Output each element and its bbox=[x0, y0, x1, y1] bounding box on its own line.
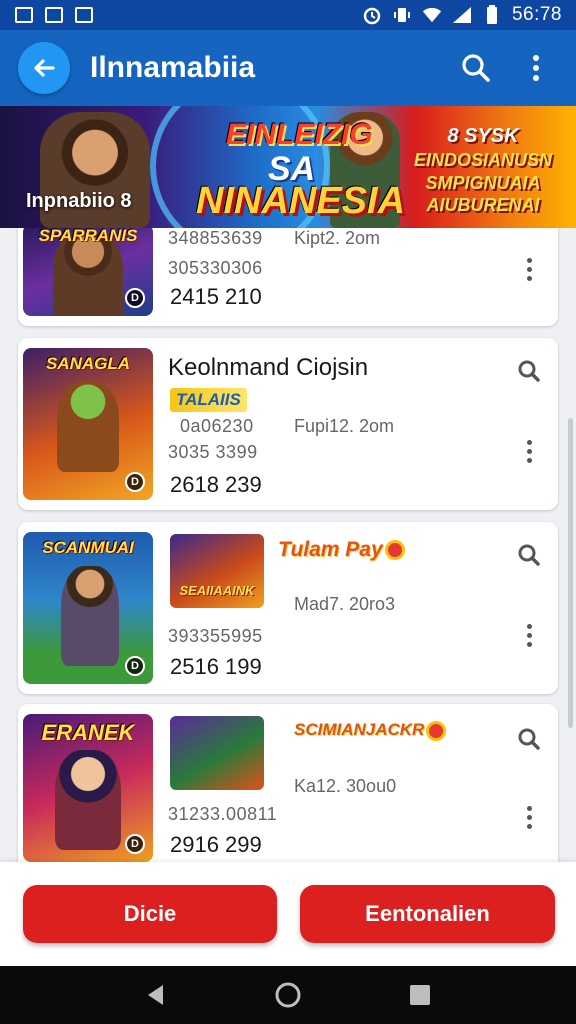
item-search-button[interactable] bbox=[514, 540, 544, 570]
more-options-button[interactable] bbox=[514, 802, 544, 832]
more-options-button[interactable] bbox=[514, 254, 544, 284]
banner-caption: Inpnabiio 8 bbox=[26, 190, 132, 212]
game-preview-image[interactable] bbox=[170, 716, 264, 790]
square-recents-icon bbox=[410, 985, 430, 1005]
banner-promo-line: 8 SYSK bbox=[447, 125, 519, 147]
item-meta: 348853639 bbox=[168, 228, 263, 248]
thumbnail-title: SANAGLA bbox=[45, 354, 131, 373]
item-price: 2618 239 bbox=[170, 472, 262, 497]
item-price: 2415 210 bbox=[170, 284, 262, 309]
brand-logo: Tulam Pay bbox=[278, 538, 405, 562]
primary-action-button[interactable]: Dicie bbox=[23, 885, 277, 943]
brand-logo-icon bbox=[426, 720, 447, 741]
app-screen: 56:78 Ilnnamabiia Inpnabiio 8 EINLEIZIG … bbox=[0, 0, 576, 1024]
triangle-back-icon bbox=[148, 985, 163, 1005]
list-item[interactable]: SCANMUAI D SEAIIAAINK Tulam Pay Mad7. 20… bbox=[18, 522, 558, 694]
nav-back-button[interactable] bbox=[136, 975, 176, 1015]
thumbnail-title: ERANEK bbox=[41, 720, 135, 745]
list-item[interactable]: SPARRANIS D 348853639 Kipt2. 2om 3053303… bbox=[18, 228, 558, 326]
more-options-button[interactable] bbox=[514, 436, 544, 466]
banner-promo-text: 8 SYSK EINDOSIANUSN SMPIGNUAIA AIUBURENA… bbox=[398, 124, 568, 217]
status-indicators: 56:78 bbox=[362, 4, 562, 26]
banner-promo-line: EINDOSIANUSN bbox=[413, 150, 552, 170]
more-options-button[interactable] bbox=[514, 620, 544, 650]
nav-recents-button[interactable] bbox=[400, 975, 440, 1015]
more-vertical-icon bbox=[533, 55, 539, 81]
wifi-icon bbox=[422, 6, 442, 24]
circle-home-icon bbox=[275, 982, 301, 1008]
download-badge-icon: D bbox=[125, 656, 145, 676]
item-search-button[interactable] bbox=[514, 356, 544, 386]
item-meta-secondary: 3035 3399 bbox=[168, 442, 258, 462]
list-item[interactable]: SANAGLA D Keolnmand Ciojsin TALAIIS 0a06… bbox=[18, 338, 558, 510]
brand-logo-text: SCIMIANJACKR bbox=[294, 720, 425, 739]
brand-logo-text: TALAIIS bbox=[176, 390, 241, 409]
vibrate-icon bbox=[392, 6, 412, 24]
download-badge-icon: D bbox=[125, 834, 145, 854]
item-search-button[interactable] bbox=[514, 724, 544, 754]
brand-logo: TALAIIS bbox=[170, 388, 247, 412]
brand-logo-text: Tulam Pay bbox=[278, 538, 383, 561]
download-badge-icon: D bbox=[125, 288, 145, 308]
preview-title: SEAIIAAINK bbox=[179, 583, 255, 598]
list-item[interactable]: ERANEK D SCIMIANJACKR Ka12. 30ou0 31233.… bbox=[18, 704, 558, 862]
search-button[interactable] bbox=[454, 46, 498, 90]
status-time: 56:78 bbox=[511, 4, 562, 25]
app-bar: Ilnnamabiia bbox=[0, 30, 576, 106]
item-price: 2516 199 bbox=[170, 654, 262, 679]
promo-banner[interactable]: Inpnabiio 8 EINLEIZIG SA NINANESIA 8 SYS… bbox=[0, 106, 576, 228]
banner-headline-top: EINLEIZIG bbox=[226, 118, 373, 151]
brand-logo: SCIMIANJACKR bbox=[294, 720, 447, 741]
game-preview-image[interactable]: SEAIIAAINK bbox=[170, 534, 264, 608]
game-thumbnail[interactable]: ERANEK D bbox=[23, 714, 153, 862]
status-bar: 56:78 bbox=[0, 0, 576, 30]
item-meta-secondary: 393355995 bbox=[168, 626, 263, 646]
arrow-left-icon bbox=[34, 59, 55, 77]
app-notification-icon bbox=[44, 6, 64, 24]
page-title: Ilnnamabiia bbox=[90, 51, 256, 84]
status-notifications bbox=[14, 6, 94, 24]
banner-promo-line: SMPIGNUAIA bbox=[425, 172, 541, 193]
item-meta-secondary: 31233.00811 bbox=[168, 804, 278, 824]
brand-logo-icon bbox=[384, 540, 405, 561]
item-date: Fupi12. 2om bbox=[294, 416, 395, 436]
search-icon bbox=[518, 728, 540, 750]
battery-icon bbox=[482, 5, 502, 24]
signal-icon bbox=[452, 6, 472, 24]
message-icon bbox=[74, 6, 94, 24]
search-icon bbox=[518, 544, 540, 566]
game-thumbnail[interactable]: SPARRANIS D bbox=[23, 228, 153, 316]
item-date: Ka12. 30ou0 bbox=[294, 776, 397, 796]
overflow-menu-button[interactable] bbox=[514, 46, 558, 90]
banner-headline-main: NINANESIA bbox=[196, 180, 406, 222]
item-meta-secondary: 305330306 bbox=[168, 258, 263, 278]
banner-promo-line: AIUBURENAI bbox=[426, 195, 540, 215]
back-button[interactable] bbox=[18, 42, 70, 94]
item-price: 2916 299 bbox=[170, 832, 262, 857]
search-icon bbox=[462, 54, 490, 82]
bottom-action-bar: Dicie Eentonalien bbox=[0, 862, 576, 966]
scrollbar[interactable] bbox=[568, 418, 573, 728]
item-date: Kipt2. 2om bbox=[294, 228, 381, 248]
item-title: Keolnmand Ciojsin bbox=[168, 354, 369, 381]
game-thumbnail[interactable]: SANAGLA D bbox=[23, 348, 153, 500]
item-meta: 0a06230 bbox=[180, 416, 254, 436]
nav-home-button[interactable] bbox=[268, 975, 308, 1015]
gallery-icon bbox=[14, 6, 34, 24]
item-date: Mad7. 20ro3 bbox=[294, 594, 396, 614]
alarm-icon bbox=[362, 6, 382, 25]
game-list[interactable]: SPARRANIS D 348853639 Kipt2. 2om 3053303… bbox=[0, 228, 576, 862]
game-thumbnail[interactable]: SCANMUAI D bbox=[23, 532, 153, 684]
thumbnail-title: SCANMUAI bbox=[42, 538, 134, 557]
search-icon bbox=[518, 360, 540, 382]
secondary-action-button[interactable]: Eentonalien bbox=[300, 885, 555, 943]
thumbnail-title: SPARRANIS bbox=[38, 228, 138, 245]
download-badge-icon: D bbox=[125, 472, 145, 492]
system-nav-bar bbox=[0, 966, 576, 1024]
